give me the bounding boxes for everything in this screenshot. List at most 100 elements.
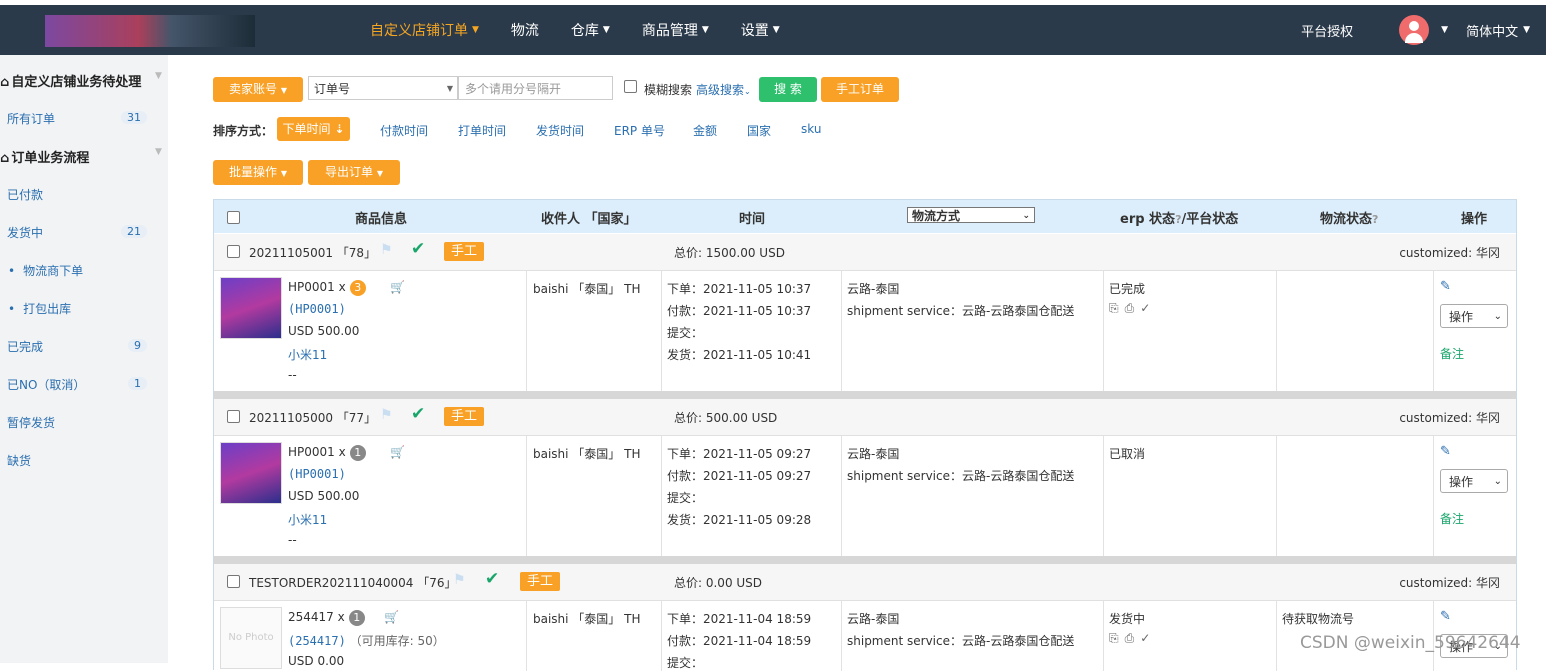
sidebar-group-workflow[interactable]: ⌂ 订单业务流程 ▼ [0, 147, 162, 166]
col-recipient: 收件人 「国家」 [541, 212, 637, 227]
sort-ship-time[interactable]: 发货时间 [536, 122, 584, 139]
cart-icon[interactable]: 🛒 [390, 280, 405, 294]
quantity-badge: 1 [348, 610, 365, 626]
chevron-down-icon[interactable]: ▼ [1441, 25, 1448, 35]
order-checkbox[interactable] [227, 245, 240, 258]
order-number[interactable]: TESTORDER202111040004 「76」 [249, 574, 457, 591]
nav-item-settings[interactable]: 设置 ▼ [741, 20, 780, 40]
sort-amount[interactable]: 金额 [693, 122, 717, 139]
sort-erp-no[interactable]: ERP 单号 [614, 122, 665, 139]
note-link[interactable]: 备注 [1440, 510, 1464, 527]
edit-icon[interactable]: ✎ [1440, 609, 1451, 624]
sidebar-item-out-of-stock[interactable]: 缺货 [7, 452, 31, 469]
check-icon: ✔ [411, 239, 426, 259]
product-thumbnail[interactable]: No Photo [220, 607, 282, 669]
col-product: 商品信息 [355, 212, 408, 227]
sidebar-item-pack-out[interactable]: • 打包出库 [8, 300, 71, 317]
sidebar-group-pending[interactable]: ⌂ 自定义店铺业务待处理 ▼ [0, 71, 162, 90]
sort-print-time[interactable]: 打单时间 [458, 122, 506, 139]
order-number[interactable]: 20211105001 「78」 [249, 244, 376, 261]
sidebar-item-cancelled[interactable]: 已NO（取消） 1 [7, 376, 157, 393]
language-select[interactable]: 简体中文 [1466, 21, 1518, 40]
cart-icon[interactable]: 🛒 [384, 610, 399, 624]
flag-icon[interactable]: ⚑ [380, 407, 393, 423]
fuzzy-search-checkbox[interactable] [624, 80, 637, 93]
order-number[interactable]: 20211105000 「77」 [249, 409, 376, 426]
product-name-link[interactable]: 小米11 [288, 511, 327, 528]
chevron-down-icon: ▼ [155, 147, 162, 157]
customized-label: customized: 华冈 [1399, 411, 1500, 425]
sku-code-link[interactable]: (HP0001) [288, 467, 346, 481]
sidebar-item-shipping[interactable]: 发货中 21 [7, 224, 157, 241]
sort-pay-time[interactable]: 付款时间 [380, 122, 428, 139]
order-checkbox[interactable] [227, 575, 240, 588]
product-price: USD 0.00 [288, 654, 345, 668]
flag-icon[interactable]: ⚑ [380, 242, 393, 258]
sku-code-line: (254417) （可用库存: 50） [288, 632, 445, 649]
sort-order-time[interactable]: 下单时间 ⇣ [277, 117, 350, 141]
order-field-select[interactable]: 订单号 ▼ [308, 76, 458, 100]
advanced-search-link[interactable]: 高级搜索⌄ [696, 81, 751, 98]
chevron-down-icon: ▼ [280, 86, 287, 95]
operation-select[interactable]: 操作 ⌄ [1440, 304, 1508, 328]
sku-code-link[interactable]: (HP0001) [288, 302, 346, 316]
help-icon[interactable]: ? [1372, 213, 1378, 226]
erp-status: 已取消 [1109, 447, 1146, 461]
chevron-down-icon: ⌄ [1493, 476, 1502, 487]
order-total: 总价: 0.00 USD [674, 576, 763, 590]
note-link[interactable]: 备注 [1440, 345, 1464, 362]
nav-item-warehouse[interactable]: 仓库 ▼ [571, 20, 610, 40]
product-thumbnail[interactable] [220, 277, 282, 339]
erp-status: 已完成 [1109, 282, 1146, 296]
sort-label: 排序方式： [213, 124, 274, 138]
product-name-link[interactable]: 小米11 [288, 346, 327, 363]
row-separator [214, 556, 1516, 564]
nav-item-logistics[interactable]: 物流 [511, 20, 539, 40]
cart-icon[interactable]: 🛒 [390, 445, 405, 459]
edit-icon[interactable]: ✎ [1440, 279, 1451, 294]
search-button[interactable]: 搜 索 [759, 77, 817, 102]
export-orders-button[interactable]: 导出订单 ▼ [308, 160, 400, 185]
chevron-down-icon: ⌄ [744, 87, 751, 96]
check-icon: ✔ [411, 404, 426, 424]
home-icon: ⌂ [0, 151, 10, 166]
customized-label: customized: 华冈 [1399, 246, 1500, 260]
document-actions-icons[interactable]: ⎘⎙✓ [1109, 631, 1156, 646]
flag-icon[interactable]: ⚑ [453, 572, 466, 588]
document-actions-icons[interactable]: ⎘⎙✓ [1109, 301, 1156, 316]
sidebar-item-all-orders[interactable]: 所有订单 31 [7, 110, 157, 127]
sku-line: HP0001 x1 [288, 445, 366, 461]
nav-item-custom-orders[interactable]: 自定义店铺订单 ▼ [370, 20, 479, 40]
row-separator [214, 391, 1516, 399]
brand-logo[interactable] [45, 15, 255, 47]
sort-sku[interactable]: sku [801, 122, 821, 136]
sidebar-item-completed[interactable]: 已完成 9 [7, 338, 157, 355]
edit-icon[interactable]: ✎ [1440, 444, 1451, 459]
batch-operation-button[interactable]: 批量操作 ▼ [213, 160, 303, 185]
manual-order-button[interactable]: 手工订单 [821, 77, 899, 102]
chevron-down-icon: ▼ [602, 25, 610, 35]
sidebar-item-paused[interactable]: 暂停发货 [7, 414, 55, 431]
platform-auth-link[interactable]: 平台授权 [1301, 21, 1353, 40]
seller-account-button[interactable]: 卖家账号 ▼ [213, 77, 303, 102]
sku-code-link[interactable]: (254417) [288, 634, 346, 648]
time-order: 下单：2021-11-04 18:59 [667, 612, 812, 626]
operation-select[interactable]: 操作 ⌄ [1440, 469, 1508, 493]
recipient: baishi 「泰国」 TH [533, 447, 641, 461]
chevron-down-icon: ▼ [772, 25, 780, 35]
product-thumbnail[interactable] [220, 442, 282, 504]
avatar[interactable] [1399, 15, 1430, 45]
search-input[interactable]: 多个请用分号隔开 [458, 76, 613, 100]
order-checkbox[interactable] [227, 410, 240, 423]
sort-country[interactable]: 国家 [747, 122, 771, 139]
nav-right: 平台授权 ▼ 简体中文 ▼ [1301, 5, 1530, 55]
erp-status: 发货中 [1109, 612, 1146, 626]
select-all-checkbox[interactable] [227, 211, 240, 224]
logistics-method-select[interactable]: 物流方式 ⌄ [907, 207, 1035, 223]
time-pay: 付款：2021-11-04 18:59 [667, 634, 812, 648]
count-badge: 21 [121, 225, 147, 238]
bullet-icon: • [8, 302, 16, 316]
sidebar-item-carrier-order[interactable]: • 物流商下单 [8, 262, 83, 279]
nav-item-product-management[interactable]: 商品管理 ▼ [642, 20, 709, 40]
sidebar-item-paid[interactable]: 已付款 [7, 186, 43, 203]
